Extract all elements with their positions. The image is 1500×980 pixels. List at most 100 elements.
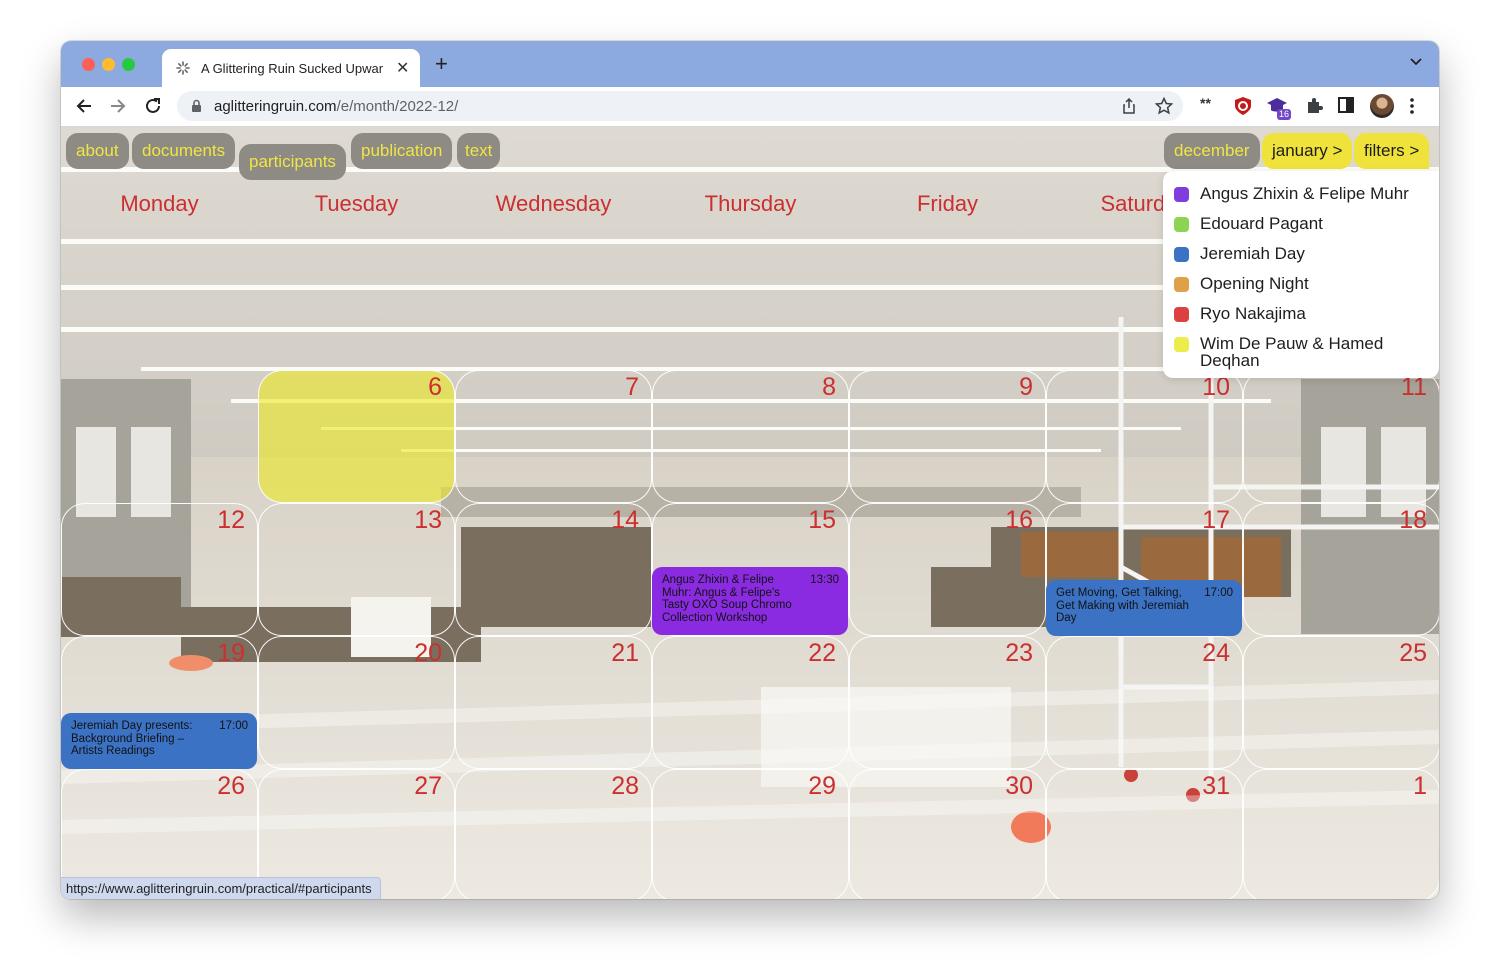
close-window-button[interactable] bbox=[82, 58, 95, 71]
event-jeremiah-day-presents[interactable]: Jeremiah Day presents: Background Briefi… bbox=[61, 713, 257, 769]
minimize-window-button[interactable] bbox=[102, 58, 115, 71]
day-number: 29 bbox=[808, 772, 836, 800]
filter-label: Opening Night bbox=[1200, 274, 1309, 293]
weekday-tuesday: Tuesday bbox=[314, 191, 399, 216]
nav-text[interactable]: text bbox=[457, 133, 501, 169]
filter-color-swatch bbox=[1174, 187, 1189, 202]
url-domain: aglitteringruin.com bbox=[214, 98, 337, 115]
day-cell-30[interactable]: 30 bbox=[849, 769, 1046, 899]
page-content: about documents participants publication… bbox=[61, 127, 1439, 899]
day-cell-11[interactable]: 11 bbox=[1243, 370, 1439, 503]
day-number: 13 bbox=[414, 506, 442, 534]
lock-icon[interactable] bbox=[191, 99, 202, 113]
day-cell-18[interactable]: 18 bbox=[1243, 503, 1439, 636]
day-cell-next-1[interactable]: 1 bbox=[1243, 769, 1439, 899]
back-arrow-icon[interactable] bbox=[73, 95, 95, 117]
day-number: 28 bbox=[611, 772, 639, 800]
event-time: 17:00 bbox=[1204, 587, 1233, 599]
tab-strip: A Glittering Ruin Sucked Upwar ✕ + bbox=[61, 41, 1439, 87]
day-number: 19 bbox=[217, 639, 245, 667]
chevron-down-icon[interactable] bbox=[1409, 55, 1423, 69]
day-cell-22[interactable]: 22 bbox=[652, 636, 849, 769]
day-number: 7 bbox=[625, 373, 639, 401]
next-month-button[interactable]: january > bbox=[1262, 133, 1353, 169]
day-cell-10[interactable]: 10 bbox=[1046, 370, 1243, 503]
filter-color-swatch bbox=[1174, 247, 1189, 262]
event-title: Get Moving, Get Talking, Get Making with… bbox=[1056, 587, 1189, 624]
current-month: december bbox=[1164, 133, 1260, 169]
status-bar-url: https://www.aglitteringruin.com/practica… bbox=[61, 877, 381, 899]
day-cell-21[interactable]: 21 bbox=[455, 636, 652, 769]
profile-avatar[interactable] bbox=[1370, 94, 1394, 118]
day-cell-8[interactable]: 8 bbox=[652, 370, 849, 503]
event-angus-felipe-workshop[interactable]: Angus Zhixin & Felipe Muhr: Angus & Feli… bbox=[652, 567, 848, 635]
filter-label: Angus Zhixin & Felipe Muhr bbox=[1200, 184, 1409, 203]
day-cell-7[interactable]: 7 bbox=[455, 370, 652, 503]
reload-icon[interactable] bbox=[142, 95, 164, 117]
day-cell-31[interactable]: 31 bbox=[1046, 769, 1243, 899]
filters-button[interactable]: filters > bbox=[1354, 133, 1430, 169]
share-icon[interactable] bbox=[1120, 97, 1138, 115]
side-panel-icon[interactable] bbox=[1337, 96, 1355, 114]
filter-color-swatch bbox=[1174, 217, 1189, 232]
day-number: 22 bbox=[808, 639, 836, 667]
filters-dropdown: Angus Zhixin & Felipe Muhr Edouard Pagan… bbox=[1163, 171, 1439, 378]
extension-badge: 16 bbox=[1277, 109, 1292, 120]
extensions-puzzle-icon[interactable] bbox=[1304, 96, 1324, 116]
browser-toolbar: aglitteringruin.com/e/month/2022-12/ ** … bbox=[61, 87, 1439, 127]
day-cell-20[interactable]: 20 bbox=[258, 636, 455, 769]
nav-publication[interactable]: publication bbox=[351, 133, 453, 169]
day-cell-28[interactable]: 28 bbox=[455, 769, 652, 899]
day-number: 21 bbox=[611, 639, 639, 667]
day-number: 12 bbox=[217, 506, 245, 534]
day-cell-13[interactable]: 13 bbox=[258, 503, 455, 636]
more-menu-icon[interactable] bbox=[1409, 96, 1415, 116]
url-text: aglitteringruin.com/e/month/2022-12/ bbox=[214, 98, 458, 115]
filter-label: Wim De Pauw & Hamed Deqhan bbox=[1200, 334, 1384, 370]
day-cell-29[interactable]: 29 bbox=[652, 769, 849, 899]
day-number: 25 bbox=[1399, 639, 1427, 667]
loading-icon bbox=[176, 61, 190, 75]
filter-label: Edouard Pagant bbox=[1200, 214, 1323, 233]
weekday-monday: Monday bbox=[120, 191, 199, 216]
day-number: 27 bbox=[414, 772, 442, 800]
day-number: 16 bbox=[1005, 506, 1033, 534]
nav-about[interactable]: about bbox=[66, 133, 129, 169]
weekday-wednesday: Wednesday bbox=[495, 191, 612, 216]
bookmark-star-icon[interactable] bbox=[1155, 97, 1173, 115]
maximize-window-button[interactable] bbox=[122, 58, 135, 71]
day-cell-23[interactable]: 23 bbox=[849, 636, 1046, 769]
event-time: 13:30 bbox=[810, 574, 839, 586]
filter-color-swatch bbox=[1174, 307, 1189, 322]
nav-participants[interactable]: participants bbox=[239, 144, 346, 180]
day-number: 15 bbox=[808, 506, 836, 534]
day-number: 30 bbox=[1005, 772, 1033, 800]
ublock-origin-icon[interactable] bbox=[1233, 96, 1253, 116]
event-get-moving-jeremiah-day[interactable]: Get Moving, Get Talking, Get Making with… bbox=[1046, 580, 1242, 636]
nav-documents[interactable]: documents bbox=[132, 133, 236, 169]
password-manager-icon[interactable]: ** bbox=[1200, 95, 1211, 111]
filter-label: Ryo Nakajima bbox=[1200, 304, 1306, 323]
browser-tab[interactable]: A Glittering Ruin Sucked Upwar ✕ bbox=[162, 49, 420, 87]
day-cell-25[interactable]: 25 bbox=[1243, 636, 1439, 769]
day-cell-14[interactable]: 14 bbox=[455, 503, 652, 636]
day-cell-6[interactable]: 6 bbox=[258, 370, 455, 503]
new-tab-icon[interactable]: + bbox=[435, 51, 448, 77]
weekday-thursday: Thursday bbox=[704, 191, 797, 216]
day-number: 31 bbox=[1202, 772, 1230, 800]
close-tab-icon[interactable]: ✕ bbox=[396, 58, 409, 78]
url-path: /e/month/2022-12/ bbox=[336, 98, 459, 115]
day-number: 9 bbox=[1019, 373, 1033, 401]
filter-color-swatch bbox=[1174, 337, 1189, 352]
event-title: Jeremiah Day presents: Background Briefi… bbox=[71, 720, 193, 757]
day-cell-12[interactable]: 12 bbox=[61, 503, 258, 636]
day-number: 6 bbox=[428, 373, 442, 401]
day-number: 20 bbox=[414, 639, 442, 667]
day-cell-24[interactable]: 24 bbox=[1046, 636, 1243, 769]
day-number: 23 bbox=[1005, 639, 1033, 667]
address-bar[interactable]: aglitteringruin.com/e/month/2022-12/ bbox=[177, 91, 1183, 121]
forward-arrow-icon[interactable] bbox=[107, 95, 129, 117]
day-cell-16[interactable]: 16 bbox=[849, 503, 1046, 636]
day-cell-9[interactable]: 9 bbox=[849, 370, 1046, 503]
day-number: 17 bbox=[1202, 506, 1230, 534]
